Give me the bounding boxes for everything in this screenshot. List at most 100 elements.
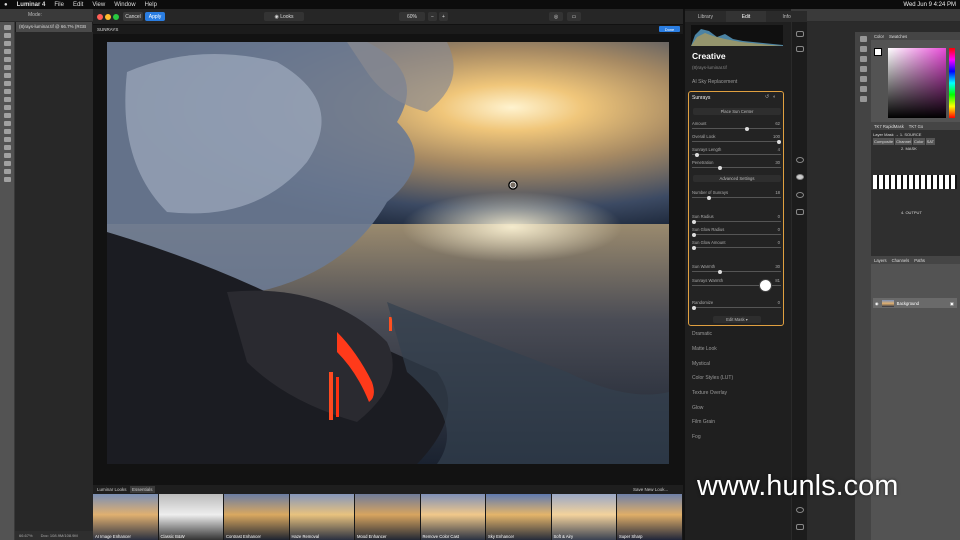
slider-track[interactable]: [692, 269, 781, 274]
cancel-button[interactable]: Cancel: [123, 12, 143, 21]
slider-track[interactable]: [692, 219, 781, 224]
slider-knob[interactable]: [695, 152, 700, 157]
apple-icon[interactable]: ●: [4, 2, 8, 8]
history-brush-icon[interactable]: [3, 97, 11, 102]
marquee-tool-icon[interactable]: [3, 33, 11, 38]
section-fog[interactable]: Fog: [692, 434, 701, 440]
look-thumb[interactable]: AI Image Enhancer: [93, 494, 158, 540]
info-icon[interactable]: [859, 76, 867, 82]
canvas-icon[interactable]: [796, 46, 804, 52]
tab-edit[interactable]: Edit: [725, 11, 767, 22]
slider-knob[interactable]: [692, 245, 696, 250]
slider-knob[interactable]: [692, 232, 696, 237]
brush-icon[interactable]: [3, 81, 11, 86]
slider-track[interactable]: [692, 195, 781, 200]
export-icon[interactable]: [796, 524, 804, 530]
slider-track[interactable]: [692, 152, 781, 157]
tab-info[interactable]: Info: [766, 11, 807, 22]
lasso-tool-icon[interactable]: [3, 41, 11, 46]
minimize-icon[interactable]: [105, 14, 111, 20]
look-thumb[interactable]: Haze Removal: [289, 494, 354, 540]
section-texture-overlay[interactable]: Texture Overlay: [692, 390, 727, 396]
eraser-icon[interactable]: [3, 105, 11, 110]
foreground-swatch[interactable]: [874, 48, 882, 56]
look-thumb[interactable]: Soft & Airy: [551, 494, 616, 540]
slider-track[interactable]: [692, 305, 781, 310]
slider-knob[interactable]: [692, 305, 696, 310]
creative-palette-icon[interactable]: [796, 174, 804, 180]
brush-settings-icon[interactable]: [859, 56, 867, 62]
adjust-icon[interactable]: [859, 66, 867, 72]
char-icon[interactable]: [859, 86, 867, 92]
look-thumb[interactable]: Contrast Enhancer: [224, 494, 289, 540]
hue-strip[interactable]: [949, 48, 955, 118]
done-button[interactable]: Done: [659, 26, 680, 32]
close-icon[interactable]: [97, 14, 103, 20]
tab-tk7go[interactable]: TK7 Go: [909, 124, 923, 129]
slider-track[interactable]: [692, 232, 781, 237]
tonal-keys[interactable]: [873, 175, 957, 189]
shape-icon[interactable]: [3, 161, 11, 166]
slider-track[interactable]: [692, 126, 781, 131]
essentials-sun-icon[interactable]: [796, 157, 804, 163]
section-film-grain[interactable]: Film Grain: [692, 419, 715, 425]
advanced-settings-button[interactable]: Advanced Settings: [693, 175, 781, 182]
tab-channels[interactable]: Channels: [892, 258, 910, 263]
save-new-look-button[interactable]: Save New Look...: [633, 487, 668, 492]
pro-icon[interactable]: [796, 209, 804, 215]
blur-icon[interactable]: [3, 121, 11, 126]
eyedropper-icon[interactable]: [3, 65, 11, 70]
section-matte-look[interactable]: Matte Look: [692, 346, 717, 352]
photo-canvas[interactable]: [107, 42, 669, 464]
portrait-icon[interactable]: [796, 192, 804, 198]
slider-knob[interactable]: [744, 126, 749, 131]
slider-knob[interactable]: [692, 219, 696, 224]
gradient-icon[interactable]: [3, 113, 11, 118]
properties-icon[interactable]: [859, 46, 867, 52]
zoom-in-button[interactable]: +: [439, 12, 448, 21]
tab-library[interactable]: Library: [685, 11, 726, 22]
menu-edit[interactable]: Edit: [73, 2, 83, 8]
look-thumb[interactable]: Classic B&W: [158, 494, 223, 540]
slider-knob[interactable]: [717, 269, 722, 274]
tab-color[interactable]: Color: [874, 34, 884, 39]
eye-icon[interactable]: ◎: [549, 12, 563, 21]
zoom-select[interactable]: 60%: [399, 12, 425, 21]
history-panel-icon[interactable]: [859, 36, 867, 42]
move-tool-icon[interactable]: [3, 25, 11, 30]
slider-knob[interactable]: [717, 165, 722, 170]
zoom-window-icon[interactable]: [113, 14, 119, 20]
reset-icon[interactable]: ↺: [765, 94, 769, 100]
layers-icon[interactable]: [796, 31, 804, 37]
color-picker[interactable]: [871, 40, 960, 122]
section-dramatic[interactable]: Dramatic: [692, 331, 712, 337]
menu-window[interactable]: Window: [114, 2, 135, 8]
slider-track[interactable]: [692, 139, 781, 144]
color-field[interactable]: [888, 48, 946, 118]
tab-swatches[interactable]: Swatches: [889, 34, 907, 39]
essentials-tab[interactable]: Essentials: [130, 486, 155, 493]
place-sun-center-button[interactable]: Place Sun Center: [693, 108, 781, 115]
section-ai-sky[interactable]: AI Sky Replacement: [692, 79, 737, 85]
look-thumb[interactable]: Sky Enhancer: [486, 494, 551, 540]
para-icon[interactable]: [859, 96, 867, 102]
section-glow[interactable]: Glow: [692, 405, 703, 411]
crop-tool-icon[interactable]: [3, 57, 11, 62]
channel-button[interactable]: Channel: [895, 138, 913, 145]
magic-wand-icon[interactable]: [3, 49, 11, 54]
healing-icon[interactable]: [3, 73, 11, 78]
menu-view[interactable]: View: [92, 2, 105, 8]
color-button[interactable]: Color: [913, 138, 925, 145]
eye-visibility-icon[interactable]: ◉: [875, 301, 879, 306]
toggle-icon[interactable]: ◐: [773, 94, 776, 100]
slider-track[interactable]: [692, 245, 781, 250]
look-thumb[interactable]: Mood Enhancer: [355, 494, 420, 540]
look-thumb[interactable]: Super Sharp: [617, 494, 682, 540]
pen-icon[interactable]: [3, 137, 11, 142]
dodge-icon[interactable]: [3, 129, 11, 134]
slider-knob[interactable]: [707, 195, 712, 200]
looks-button[interactable]: ◉ Looks: [264, 12, 304, 21]
zoom-out-button[interactable]: −: [428, 12, 437, 21]
zoom-icon[interactable]: [3, 177, 11, 182]
path-select-icon[interactable]: [3, 153, 11, 158]
